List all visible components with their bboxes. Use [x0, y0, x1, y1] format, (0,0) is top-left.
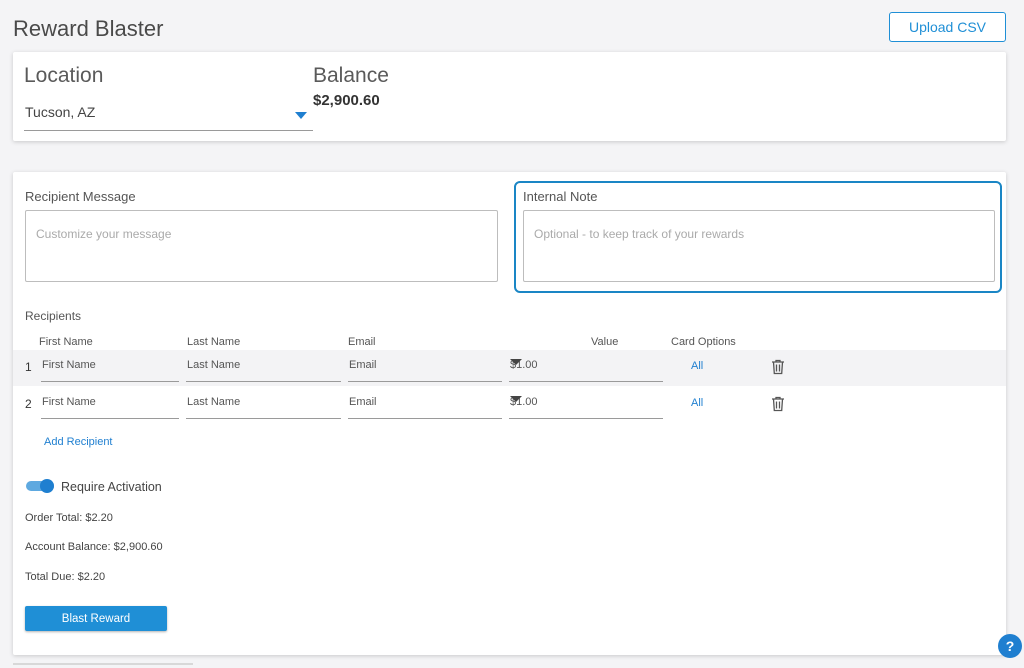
trash-icon[interactable]: [771, 359, 785, 375]
value-select[interactable]: $1.00: [509, 387, 663, 419]
card-options-link[interactable]: All: [691, 397, 703, 409]
location-value: Tucson, AZ: [25, 104, 96, 120]
table-row: 1 First Name Last Name Email $1.00 All: [13, 350, 1006, 386]
column-header-card-options: Card Options: [671, 336, 736, 348]
email-placeholder: Email: [349, 359, 377, 371]
email-input[interactable]: Email: [348, 350, 502, 382]
first-name-input[interactable]: First Name: [41, 387, 179, 419]
row-number: 1: [25, 360, 32, 374]
balance-label: Balance: [313, 64, 389, 87]
reward-form-card: Recipient Message Internal Note Recipien…: [13, 172, 1006, 655]
order-total: Order Total: $2.20: [25, 512, 113, 524]
table-row: 2 First Name Last Name Email $1.00 All: [13, 387, 1006, 423]
internal-note-input[interactable]: [524, 211, 994, 281]
column-header-value: Value: [591, 336, 619, 348]
trash-icon[interactable]: [771, 396, 785, 412]
help-button[interactable]: ?: [998, 634, 1022, 658]
last-name-input[interactable]: Last Name: [186, 387, 341, 419]
add-recipient-link[interactable]: Add Recipient: [44, 436, 113, 448]
first-name-placeholder: First Name: [42, 359, 96, 371]
blast-reward-button[interactable]: Blast Reward: [25, 606, 167, 631]
recipient-message-input[interactable]: [26, 211, 497, 281]
chevron-down-icon: [510, 359, 522, 365]
recipient-message-label: Recipient Message: [25, 189, 136, 204]
internal-note-box: [523, 210, 995, 282]
recipients-label: Recipients: [25, 309, 82, 323]
column-header-last-name: Last Name: [187, 336, 241, 348]
location-label: Location: [24, 64, 104, 87]
chevron-down-icon: [510, 396, 522, 402]
chevron-down-icon: [295, 112, 307, 119]
bottom-divider: [13, 663, 193, 665]
upload-csv-button[interactable]: Upload CSV: [889, 12, 1006, 42]
card-options-link[interactable]: All: [691, 360, 703, 372]
toggle-knob: [40, 479, 54, 493]
row-number: 2: [25, 397, 32, 411]
first-name-placeholder: First Name: [42, 396, 96, 408]
value-select[interactable]: $1.00: [509, 350, 663, 382]
last-name-placeholder: Last Name: [187, 396, 241, 408]
account-balance: Account Balance: $2,900.60: [25, 541, 163, 553]
email-input[interactable]: Email: [348, 387, 502, 419]
column-header-first-name: First Name: [39, 336, 93, 348]
internal-note-label: Internal Note: [523, 189, 598, 204]
require-activation-toggle[interactable]: [26, 479, 54, 493]
total-due: Total Due: $2.20: [25, 571, 106, 583]
balance-value: $2,900.60: [313, 92, 380, 109]
page-title: Reward Blaster: [13, 16, 164, 41]
recipient-message-box: [25, 210, 498, 282]
location-balance-card: Location Tucson, AZ Balance $2,900.60: [13, 52, 1006, 141]
last-name-placeholder: Last Name: [187, 359, 241, 371]
column-header-email: Email: [348, 336, 376, 348]
email-placeholder: Email: [349, 396, 377, 408]
location-select[interactable]: Tucson, AZ: [24, 98, 313, 131]
require-activation-label: Require Activation: [61, 480, 162, 494]
last-name-input[interactable]: Last Name: [186, 350, 341, 382]
first-name-input[interactable]: First Name: [41, 350, 179, 382]
